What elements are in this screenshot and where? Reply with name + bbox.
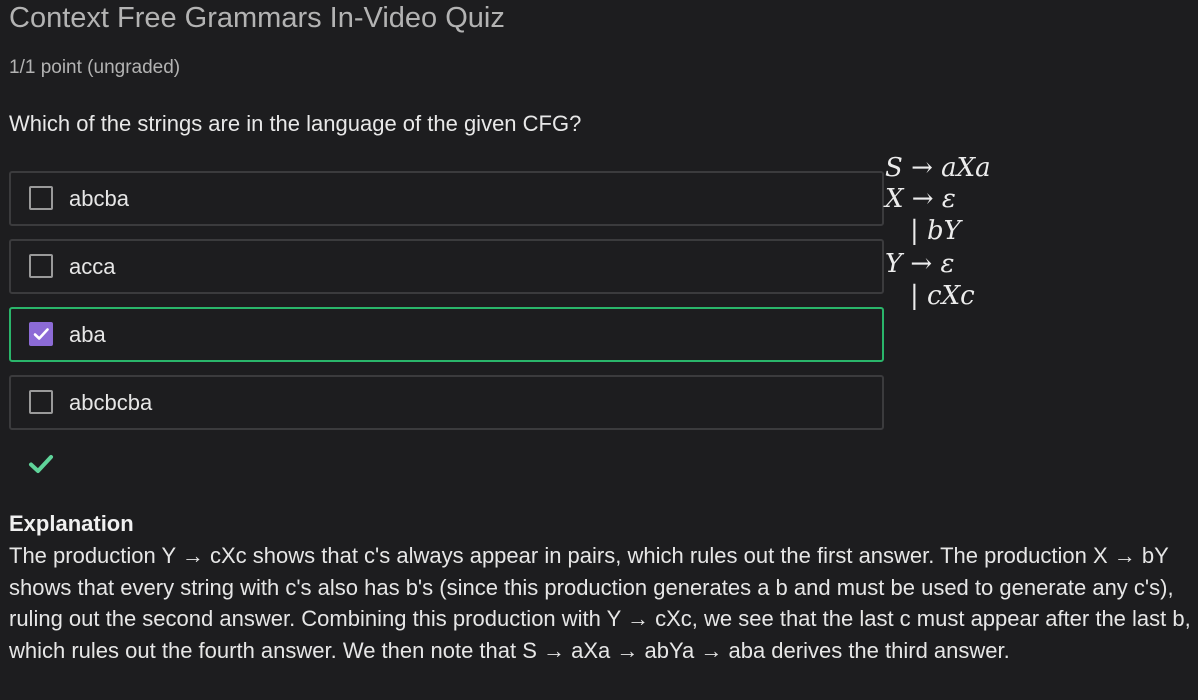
grammar-rule-y-alt: | cXc xyxy=(910,281,975,311)
cfg-grammar: S → aXa X → ε | bY Y → ε | cXc xyxy=(884,150,1084,320)
grammar-rule-y: Y → ε xyxy=(885,249,955,279)
checkbox-acca[interactable] xyxy=(29,254,53,278)
checkbox-abcbcba[interactable] xyxy=(29,390,53,414)
score-text: 1/1 point (ungraded) xyxy=(9,57,181,78)
option-label: acca xyxy=(69,254,116,279)
explanation-text: The production Y → cXc shows that c's al… xyxy=(9,543,1191,663)
option-acca[interactable]: acca xyxy=(9,239,884,294)
option-label: abcbcba xyxy=(69,390,153,415)
quiz-title: Context Free Grammars In-Video Quiz xyxy=(9,2,505,34)
question-text: Which of the strings are in the language… xyxy=(9,111,582,136)
option-label: abcba xyxy=(69,186,129,211)
answer-options: abcba acca aba abcbcba xyxy=(9,171,884,443)
grammar-rule-s: S → aXa xyxy=(885,153,991,183)
quiz-page: Context Free Grammars In-Video Quiz 1/1 … xyxy=(0,0,1198,700)
checkmark-icon xyxy=(29,455,53,473)
checkbox-aba[interactable] xyxy=(29,322,53,346)
option-label: aba xyxy=(69,322,106,347)
option-abcba[interactable]: abcba xyxy=(9,171,884,226)
option-aba[interactable]: aba xyxy=(9,307,884,362)
explanation-heading: Explanation xyxy=(9,511,134,536)
grammar-rule-x: X → ε xyxy=(885,184,956,214)
grammar-rule-x-alt: | bY xyxy=(910,216,961,246)
check-icon xyxy=(33,328,49,340)
option-abcbcba[interactable]: abcbcba xyxy=(9,375,884,430)
checkbox-abcba[interactable] xyxy=(29,186,53,210)
